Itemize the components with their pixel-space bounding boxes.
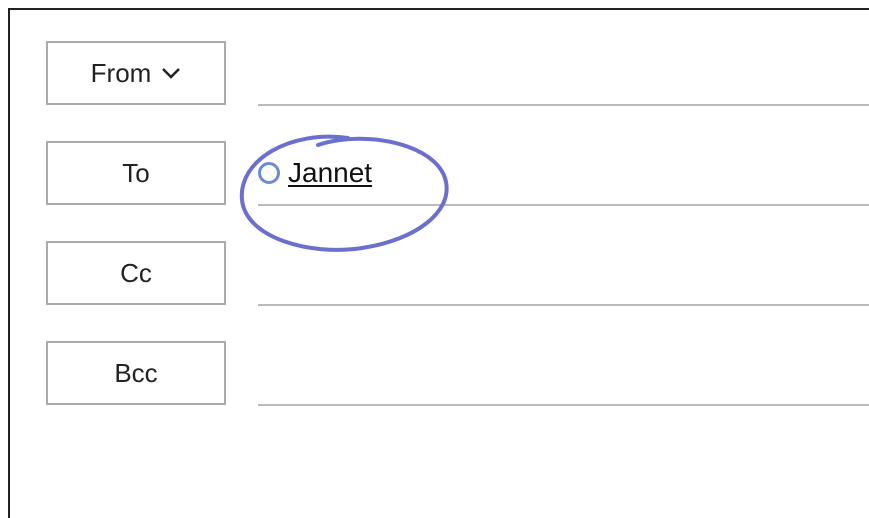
from-row: From (46, 38, 869, 108)
from-label: From (91, 58, 152, 89)
recipient-name: Jannet (288, 157, 372, 189)
compose-panel: From To Jannet (8, 8, 869, 518)
bcc-input-line[interactable] (258, 404, 869, 406)
cc-input-line[interactable] (258, 304, 869, 306)
bcc-row: Bcc (46, 338, 869, 408)
cc-row: Cc (46, 238, 869, 308)
bcc-button[interactable]: Bcc (46, 341, 226, 405)
to-row: To Jannet (46, 138, 869, 208)
to-input-line (258, 204, 869, 206)
to-input-area[interactable]: Jannet (258, 138, 869, 208)
presence-circle-icon (258, 162, 280, 184)
to-button[interactable]: To (46, 141, 226, 205)
compose-fields: From To Jannet (10, 10, 869, 408)
to-label: To (122, 158, 149, 189)
cc-label: Cc (120, 258, 152, 289)
from-button[interactable]: From (46, 41, 226, 105)
recipient-chip[interactable]: Jannet (258, 157, 372, 189)
bcc-label: Bcc (114, 358, 157, 389)
chevron-down-icon (161, 66, 181, 80)
from-input-line[interactable] (258, 104, 869, 106)
cc-button[interactable]: Cc (46, 241, 226, 305)
